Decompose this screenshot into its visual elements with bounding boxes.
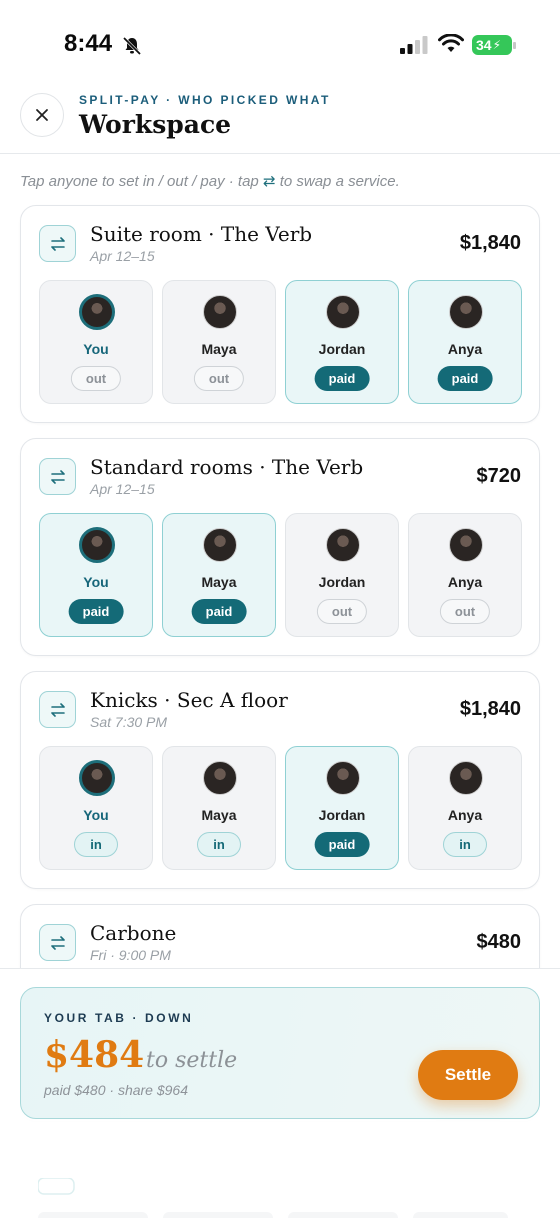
person-tile-you[interactable]: You in: [39, 746, 153, 870]
status-pill: paid: [68, 599, 124, 624]
avatar: [449, 295, 483, 329]
swap-service-button[interactable]: [39, 458, 76, 495]
person-name: Maya: [201, 807, 237, 823]
status-pill: paid: [191, 599, 247, 624]
status-pill: in: [443, 832, 487, 857]
service-title: Knicks · Sec A floor: [90, 688, 288, 712]
signal-icon: [400, 36, 428, 54]
bell-muted-icon: [122, 36, 142, 56]
person-name: Jordan: [318, 807, 366, 823]
avatar: [203, 528, 237, 562]
service-price: $480: [476, 931, 522, 953]
avatar: [449, 761, 483, 795]
service-title: Suite room · The Verb: [90, 222, 313, 246]
person-name: You: [83, 807, 109, 823]
service-subtitle: Apr 12–15: [90, 481, 155, 497]
charging-icon: ⚡: [492, 38, 502, 52]
person-name: Anya: [447, 574, 483, 590]
person-tile-maya[interactable]: Maya paid: [162, 513, 276, 637]
person-tile-anya[interactable]: Anya in: [408, 746, 522, 870]
person-tile-anya[interactable]: Anya out: [408, 513, 522, 637]
service-subtitle: Fri · 9:00 PM: [90, 947, 171, 963]
service-title: Carbone: [90, 921, 177, 945]
service-card: Standard rooms · The Verb Apr 12–15 $720…: [20, 438, 540, 656]
tab-eyebrow: YOUR TAB · DOWN: [44, 1011, 194, 1025]
status-pill: in: [197, 832, 241, 857]
status-pill: paid: [314, 366, 370, 391]
person-tile-anya[interactable]: Anya paid: [408, 280, 522, 404]
avatar: [79, 760, 115, 796]
service-subtitle: Sat 7:30 PM: [90, 714, 168, 730]
person-tile-jordan[interactable]: Jordan out: [285, 513, 399, 637]
wifi-icon: [438, 34, 464, 52]
status-pill: in: [74, 832, 118, 857]
status-pill: paid: [314, 832, 370, 857]
person-tile-you[interactable]: You paid: [39, 513, 153, 637]
page-title: Workspace: [79, 110, 232, 139]
header: SPLIT-PAY · WHO PICKED WHAT Workspace: [0, 80, 560, 154]
people-row: You out Maya out Jordan paid Anya paid: [39, 280, 522, 404]
close-icon: [36, 109, 48, 121]
avatar: [449, 528, 483, 562]
person-tile-maya[interactable]: Maya in: [162, 746, 276, 870]
person-name: Maya: [201, 574, 237, 590]
swap-service-button[interactable]: [39, 691, 76, 728]
person-name: Maya: [201, 341, 237, 357]
person-name: You: [83, 574, 109, 590]
swap-service-button[interactable]: [39, 924, 76, 961]
person-tile-jordan[interactable]: Jordan paid: [285, 746, 399, 870]
service-title: Standard rooms · The Verb: [90, 455, 364, 479]
avatar: [79, 294, 115, 330]
avatar: [79, 527, 115, 563]
service-subtitle: Apr 12–15: [90, 248, 155, 264]
swap-icon: [50, 935, 65, 950]
person-tile-maya[interactable]: Maya out: [162, 280, 276, 404]
swap-icon: [50, 469, 65, 484]
hint-text-after: to swap a service.: [279, 173, 400, 190]
avatar: [203, 295, 237, 329]
settle-button[interactable]: Settle: [418, 1050, 518, 1100]
swap-icon: [50, 702, 65, 717]
battery-level: 34: [476, 37, 492, 53]
service-card: Knicks · Sec A floor Sat 7:30 PM $1,840 …: [20, 671, 540, 889]
tab-summary-card: YOUR TAB · DOWN $484 to settle paid $480…: [20, 987, 540, 1119]
hint-text-before: Tap anyone to set in / out / pay · tap: [20, 173, 259, 190]
service-price: $720: [476, 465, 522, 487]
battery-icon: 34 ⚡: [472, 35, 516, 55]
avatar: [326, 295, 360, 329]
person-name: Jordan: [318, 341, 366, 357]
status-pill: out: [70, 366, 122, 391]
status-pill: out: [316, 599, 368, 624]
tab-breakdown: paid $480 · share $964: [44, 1082, 188, 1098]
header-eyebrow: SPLIT-PAY · WHO PICKED WHAT: [79, 93, 331, 107]
status-pill: out: [193, 366, 245, 391]
people-row: You paid Maya paid Jordan out Anya out: [39, 513, 522, 637]
swap-icon: [50, 236, 65, 251]
service-card: Suite room · The Verb Apr 12–15 $1,840 Y…: [20, 205, 540, 423]
avatar: [326, 528, 360, 562]
service-price: $1,840: [459, 232, 521, 254]
tab-amount: $484: [44, 1034, 145, 1076]
avatar: [203, 761, 237, 795]
status-pill: paid: [437, 366, 493, 391]
person-name: Anya: [447, 341, 483, 357]
person-name: Jordan: [318, 574, 366, 590]
service-price: $1,840: [459, 698, 521, 720]
people-row: You in Maya in Jordan paid Anya in: [39, 746, 522, 870]
close-button[interactable]: [20, 93, 64, 137]
status-pill: out: [439, 599, 491, 624]
status-time: 8:44: [64, 30, 113, 57]
person-tile-jordan[interactable]: Jordan paid: [285, 280, 399, 404]
avatar: [326, 761, 360, 795]
person-tile-you[interactable]: You out: [39, 280, 153, 404]
person-name: You: [83, 341, 109, 357]
swap-service-button[interactable]: [39, 225, 76, 262]
person-name: Anya: [447, 807, 483, 823]
status-bar: 8:44 34 ⚡: [0, 0, 560, 80]
faded-next-card: [38, 1178, 508, 1218]
hint-text: Tap anyone to set in / out / pay · tap ⇄…: [20, 172, 400, 190]
tab-settle-label: to settle: [146, 1048, 238, 1073]
swap-inline-icon: ⇄: [262, 173, 276, 190]
